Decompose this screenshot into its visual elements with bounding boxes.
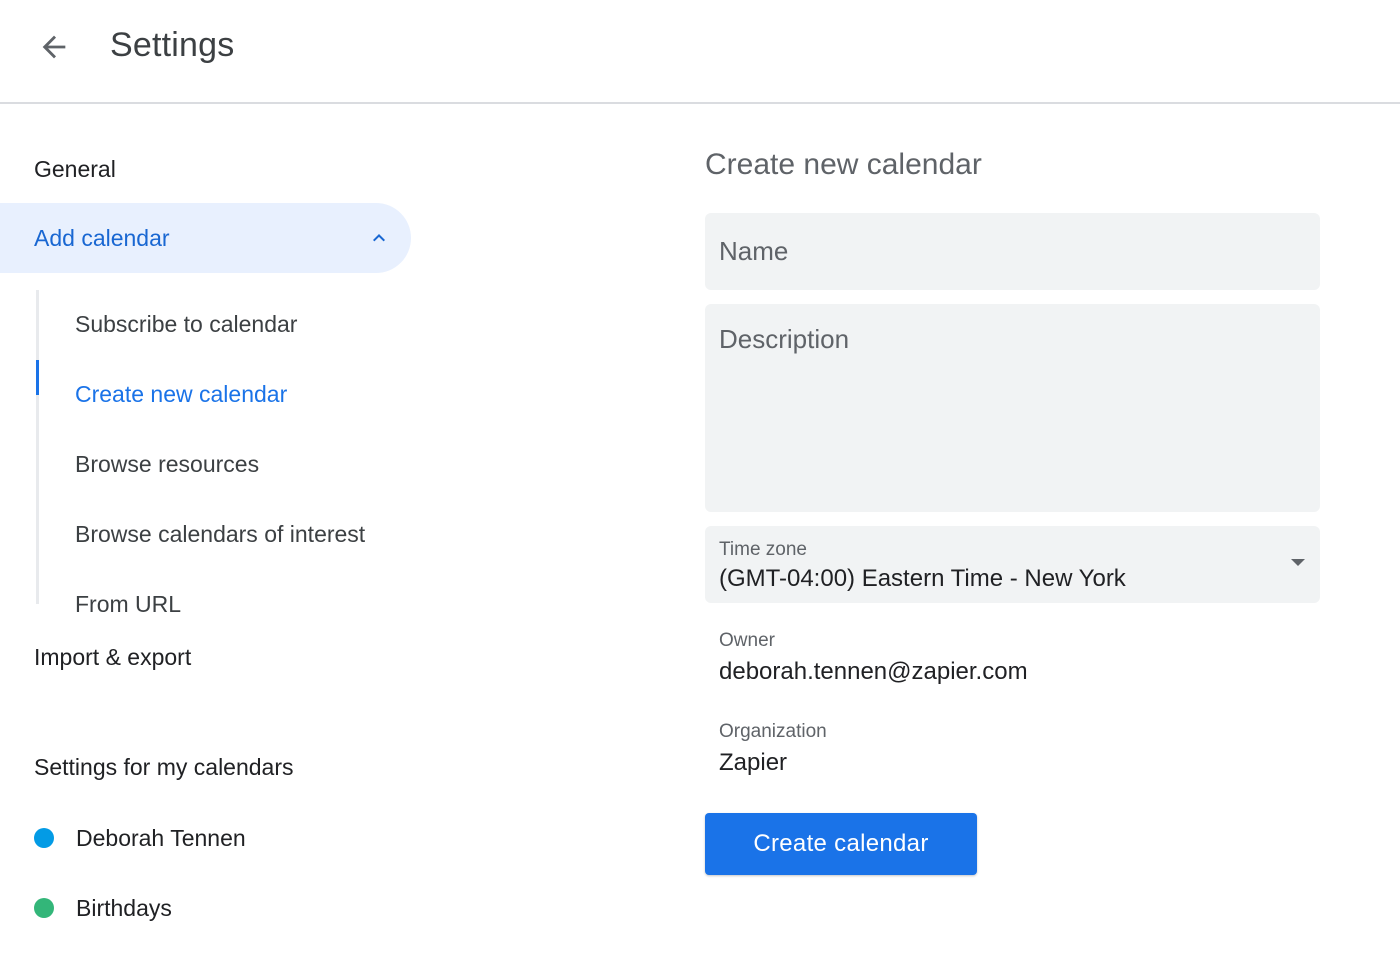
description-input[interactable] (705, 304, 1320, 512)
sidebar-item-general[interactable]: General (0, 134, 116, 204)
page-title: Settings (110, 26, 235, 64)
form-title: Create new calendar (705, 148, 982, 181)
dropdown-arrow-icon (1291, 559, 1305, 566)
organization-value: Zapier (719, 749, 788, 776)
sidebar-item-label: Add calendar (34, 224, 170, 251)
calendar-label: Deborah Tennen (76, 824, 246, 851)
sidebar-item-calendar[interactable]: Birthdays (34, 888, 172, 928)
settings-sidebar: General Add calendar Subscribe to calend… (0, 104, 640, 968)
arrow-back-icon (42, 35, 66, 59)
sidebar-item-calendar[interactable]: Deborah Tennen (34, 818, 246, 858)
sidebar-item-create-new-calendar[interactable]: Create new calendar (75, 359, 287, 429)
timezone-select[interactable]: Time zone (GMT-04:00) Eastern Time - New… (705, 526, 1320, 603)
description-field-container (705, 304, 1320, 512)
chevron-up-icon (373, 234, 385, 242)
name-field-container (705, 213, 1320, 290)
sidebar-item-add-calendar[interactable]: Add calendar (0, 203, 411, 273)
timezone-label: Time zone (719, 539, 807, 560)
app-header: Settings (0, 0, 1400, 104)
back-button[interactable] (22, 24, 86, 70)
active-indicator (36, 360, 39, 395)
sidebar-item-browse-interest[interactable]: Browse calendars of interest (75, 499, 365, 569)
organization-label: Organization (719, 721, 827, 742)
name-input[interactable] (705, 213, 1320, 290)
add-calendar-submenu: Subscribe to calendar Create new calenda… (36, 289, 456, 617)
owner-label: Owner (719, 630, 775, 651)
sidebar-item-subscribe[interactable]: Subscribe to calendar (75, 289, 297, 359)
timezone-value: (GMT-04:00) Eastern Time - New York (719, 565, 1126, 592)
calendar-color-dot (34, 898, 54, 918)
owner-value: deborah.tennen@zapier.com (719, 658, 1028, 685)
sidebar-item-import-export[interactable]: Import & export (0, 622, 191, 692)
calendar-color-dot (34, 828, 54, 848)
my-calendars-heading: Settings for my calendars (34, 754, 294, 780)
calendar-label: Birthdays (76, 894, 172, 921)
create-calendar-button[interactable]: Create calendar (705, 813, 977, 875)
sidebar-item-browse-resources[interactable]: Browse resources (75, 429, 259, 499)
